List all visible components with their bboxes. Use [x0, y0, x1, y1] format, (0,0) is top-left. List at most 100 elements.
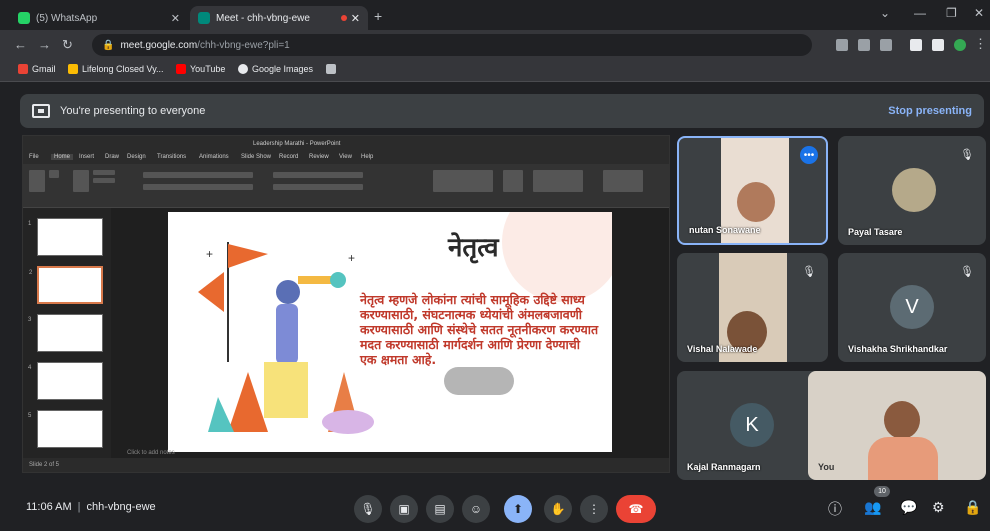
slide-thumbnail[interactable]: 5: [28, 410, 103, 448]
slide-title: नेतृत्व: [448, 233, 499, 263]
close-icon[interactable]: ✕: [351, 12, 360, 25]
menu-item[interactable]: Insert: [79, 154, 94, 160]
meet-icon: [198, 12, 210, 24]
camera-icon[interactable]: [836, 39, 848, 51]
address-bar[interactable]: 🔒 meet.google.com /chh-vbng-ewe?pli=1: [92, 34, 812, 56]
mic-off-icon: 🎙: [960, 149, 974, 161]
bookmark-gmail[interactable]: Gmail: [18, 64, 56, 74]
mic-icon: 🎙: [360, 502, 376, 516]
mic-off-icon: 🎙: [960, 266, 974, 278]
notes-caption[interactable]: Click to add notes: [127, 450, 175, 456]
current-slide: + + नेतृत्व नेतृत्व म्हणजे लोकांना त्यां…: [168, 212, 612, 452]
meet-area: You're presenting to everyone Stop prese…: [0, 83, 990, 531]
bookmark-label: Gmail: [32, 64, 56, 74]
bookmark-youtube[interactable]: YouTube: [176, 64, 225, 74]
participant-tile[interactable]: K Kajal Ranmagarn: [677, 371, 828, 480]
slide-thumbnail[interactable]: 2: [29, 266, 103, 304]
menu-item[interactable]: Record: [279, 154, 298, 160]
close-icon[interactable]: ✕: [171, 12, 180, 25]
leader-illustration: + +: [198, 242, 374, 434]
more-vert-icon: ⋮: [588, 502, 600, 516]
self-face: [884, 401, 920, 439]
menu-item[interactable]: Home: [51, 154, 74, 160]
stop-presenting-button[interactable]: Stop presenting: [888, 105, 972, 117]
camera-button[interactable]: ▣: [390, 495, 418, 523]
chevron-down-icon[interactable]: ⌄: [880, 6, 890, 20]
tab-meet[interactable]: Meet - chh-vbng-ewe ✕: [190, 6, 368, 30]
more-options-icon[interactable]: •••: [800, 146, 818, 164]
slide-thumbnail[interactable]: 4: [28, 362, 103, 400]
leave-call-button[interactable]: ☎: [616, 495, 656, 523]
profile-avatar[interactable]: [954, 39, 966, 51]
menu-icon[interactable]: ⋮: [974, 36, 987, 52]
menu-item[interactable]: Help: [361, 154, 373, 160]
menu-item[interactable]: View: [339, 154, 352, 160]
back-icon[interactable]: ←: [14, 37, 27, 52]
share-icon[interactable]: [858, 39, 870, 51]
activities-icon[interactable]: ⚙: [932, 499, 945, 516]
menu-item[interactable]: Transitions: [157, 154, 186, 160]
bookmark-icon: [68, 64, 78, 74]
present-icon: ⬆: [512, 502, 524, 516]
participant-name: Kajal Ranmagarn: [687, 462, 761, 472]
captions-button[interactable]: ▤: [426, 495, 454, 523]
participant-tile[interactable]: ••• nutan Sonawane: [677, 136, 828, 245]
reload-icon[interactable]: ↻: [62, 37, 73, 53]
svg-text:+: +: [206, 247, 213, 261]
gmail-icon: [18, 64, 28, 74]
participant-avatar: K: [730, 403, 774, 447]
bookmark-label: Google Images: [252, 64, 314, 74]
menu-item[interactable]: Review: [309, 154, 329, 160]
decor-blob: [502, 212, 612, 302]
menu-item[interactable]: Slide Show: [241, 154, 271, 160]
banner-text: You're presenting to everyone: [60, 105, 206, 117]
bookmarks-bar: Gmail Lifelong Closed Vy... YouTube Goog…: [0, 60, 990, 82]
google-icon: [238, 64, 248, 74]
participant-tile[interactable]: V 🎙 Vishakha Shrikhandkar: [838, 253, 986, 362]
participant-name: Vishal Nalawade: [687, 344, 758, 354]
bookmark-google-images[interactable]: Google Images: [238, 64, 313, 74]
participant-name: You: [818, 462, 835, 472]
whatsapp-icon: [18, 12, 30, 24]
browser-tabstrip: (5) WhatsApp ✕ Meet - chh-vbng-ewe ✕ + ⌄…: [0, 0, 990, 30]
star-icon[interactable]: [880, 39, 892, 51]
info-icon[interactable]: ⓘ: [828, 499, 842, 519]
maximize-icon[interactable]: ❐: [946, 6, 957, 20]
participant-name: Vishakha Shrikhandkar: [848, 344, 948, 354]
tab-whatsapp[interactable]: (5) WhatsApp ✕: [10, 6, 188, 30]
host-controls-icon[interactable]: 🔒: [964, 499, 981, 516]
raise-hand-button[interactable]: ✋: [544, 495, 572, 523]
extensions-icon[interactable]: [910, 39, 922, 51]
self-view-tile[interactable]: You: [808, 371, 986, 480]
emoji-button[interactable]: ☺: [462, 495, 490, 523]
recording-dot-icon: [340, 15, 347, 21]
folder-icon: [326, 64, 336, 74]
present-button[interactable]: ⬆: [504, 495, 532, 523]
participant-tile[interactable]: 🎙 Vishal Nalawade: [677, 253, 828, 362]
menu-item[interactable]: Animations: [199, 154, 229, 160]
forward-icon[interactable]: →: [38, 37, 51, 52]
tab-title: Meet - chh-vbng-ewe: [216, 12, 310, 24]
minimize-icon[interactable]: —: [914, 6, 926, 20]
chat-icon[interactable]: 💬: [900, 499, 917, 516]
participant-avatar: [892, 168, 936, 212]
people-icon[interactable]: 👥: [864, 499, 881, 516]
sidepanel-icon[interactable]: [932, 39, 944, 51]
participant-avatar: V: [890, 285, 934, 329]
bookmark-folder[interactable]: [326, 64, 340, 74]
microphone-button[interactable]: 🎙: [354, 495, 382, 523]
close-window-icon[interactable]: ✕: [974, 6, 984, 20]
slide-thumbnail[interactable]: 3: [28, 314, 103, 352]
menu-item[interactable]: Design: [127, 154, 146, 160]
powerpoint-titlebar: Leadership Marathi - PowerPoint: [23, 136, 669, 152]
slide-thumbnail[interactable]: 1: [28, 218, 103, 256]
more-options-button[interactable]: ⋮: [580, 495, 608, 523]
slide-thumbnails: 1 2 3 4 5: [23, 208, 111, 460]
participant-tile[interactable]: 🎙 Payal Tasare: [838, 136, 986, 245]
slide-controls[interactable]: [444, 367, 514, 395]
menu-item[interactable]: Draw: [105, 154, 119, 160]
hand-icon: ✋: [550, 502, 566, 516]
menu-item[interactable]: File: [29, 154, 39, 160]
bookmark-lifelong[interactable]: Lifelong Closed Vy...: [68, 64, 164, 74]
new-tab-button[interactable]: +: [374, 8, 382, 24]
